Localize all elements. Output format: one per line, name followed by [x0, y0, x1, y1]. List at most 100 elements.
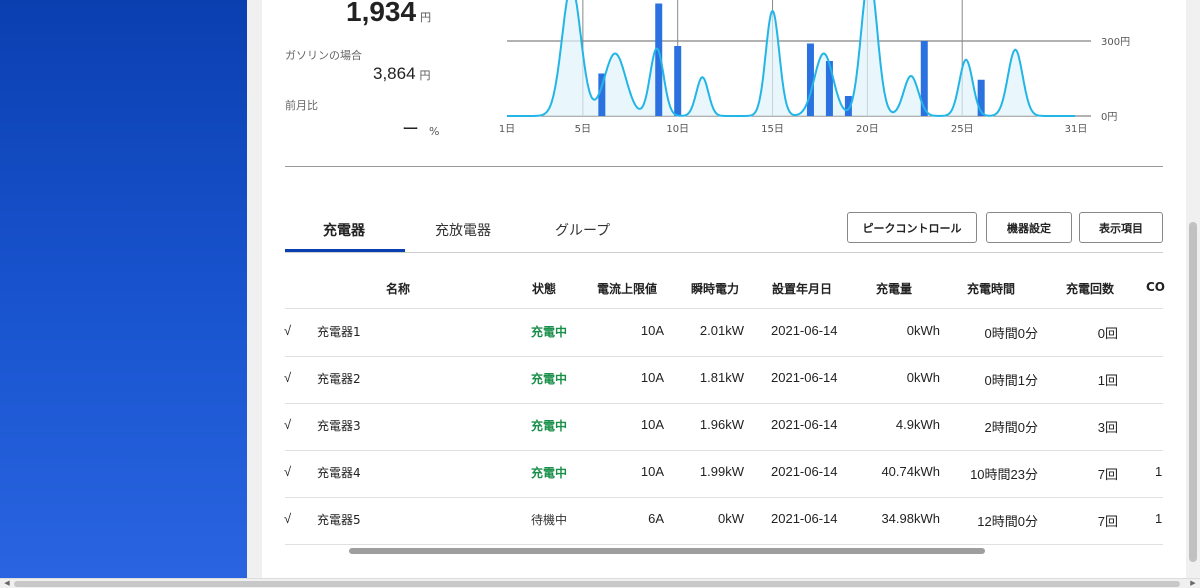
- row-co: 1: [1155, 464, 1163, 479]
- sidebar: [0, 0, 247, 578]
- x-tick-label: 10日: [666, 124, 689, 135]
- table-horizontal-scrollbar[interactable]: [349, 548, 985, 554]
- row-install-date: 2021-06-14: [771, 511, 838, 526]
- row-current-limit: 6A: [648, 511, 664, 526]
- x-tick-label: 25日: [951, 124, 974, 135]
- series-line: [507, 0, 1076, 118]
- row-charge-amount: 4.9kWh: [895, 417, 940, 432]
- y-tick-label: 300円: [1101, 37, 1130, 48]
- row-charge-time: 10時間23分: [970, 467, 1038, 482]
- total-amount-value: 1,934: [346, 0, 417, 27]
- scroll-right-arrow-icon[interactable]: ▶: [1188, 579, 1198, 588]
- prev-month-ratio: ー%: [402, 115, 439, 140]
- tab-charger[interactable]: 充電器: [323, 220, 365, 240]
- row-status: 充電中: [531, 419, 568, 433]
- row-name: 充電器5: [317, 513, 361, 527]
- row-current-limit: 10A: [640, 370, 664, 385]
- row-check-mark: √: [284, 417, 292, 432]
- row-status: 待機中: [531, 513, 568, 527]
- row-status: 充電中: [531, 466, 568, 480]
- sidebar-gutter: [247, 0, 262, 578]
- row-charge-count: 7回: [1097, 467, 1118, 482]
- row-check-mark: √: [284, 323, 292, 338]
- row-name: 充電器4: [317, 466, 361, 480]
- row-charge-count: 3回: [1097, 420, 1118, 435]
- gasoline-amount-value: 3,864: [373, 64, 416, 83]
- col-header-install-date[interactable]: 設置年月日: [772, 280, 832, 297]
- row-install-date: 2021-06-14: [771, 370, 838, 385]
- horizontal-scrollbar-thumb[interactable]: [14, 581, 1180, 587]
- row-instant-power: 1.81kW: [699, 370, 744, 385]
- row-install-date: 2021-06-14: [771, 323, 838, 338]
- display-items-button[interactable]: 表示項目: [1079, 212, 1163, 243]
- row-divider: [285, 403, 1163, 404]
- row-check-mark: √: [284, 511, 292, 526]
- row-instant-power: 1.96kW: [699, 417, 744, 432]
- y-tick-label: 0円: [1101, 112, 1117, 123]
- total-amount: 1,934 円: [346, 0, 431, 28]
- row-install-date: 2021-06-14: [771, 464, 838, 479]
- row-current-limit: 10A: [640, 417, 664, 432]
- tab-charge-discharger[interactable]: 充放電器: [435, 220, 491, 240]
- x-tick-label: 15日: [761, 124, 784, 135]
- percent-unit: %: [429, 125, 440, 138]
- row-current-limit: 10A: [640, 464, 664, 479]
- col-header-co[interactable]: CO: [1146, 280, 1165, 294]
- col-header-charge-time[interactable]: 充電時間: [967, 280, 1015, 297]
- row-charge-time: 2時間0分: [984, 420, 1038, 435]
- col-header-name[interactable]: 名称: [386, 280, 410, 297]
- row-divider: [285, 450, 1163, 451]
- total-amount-unit: 円: [420, 12, 432, 24]
- row-charge-amount: 40.74kWh: [881, 464, 940, 479]
- col-header-charge-amount[interactable]: 充電量: [876, 280, 912, 297]
- col-header-current-limit[interactable]: 電流上限値: [597, 280, 657, 297]
- row-check-mark: √: [284, 370, 292, 385]
- col-header-instant-power[interactable]: 瞬時電力: [691, 280, 739, 297]
- row-co: 1: [1155, 511, 1163, 526]
- x-tick-label: 5日: [575, 124, 591, 135]
- row-current-limit: 10A: [640, 323, 664, 338]
- x-tick-label: 1日: [499, 124, 515, 135]
- row-divider: [285, 356, 1163, 357]
- row-status: 充電中: [531, 372, 568, 386]
- row-charge-amount: 0kWh: [906, 323, 940, 338]
- row-charge-time: 0時間0分: [984, 326, 1038, 341]
- peak-control-button[interactable]: ピークコントロール: [847, 212, 977, 243]
- tabs-baseline: [285, 252, 1163, 253]
- row-charge-count: 0回: [1097, 326, 1118, 341]
- gasoline-amount: 3,864 円: [373, 64, 431, 84]
- app-root: 1,934 円 ガソリンの場合 3,864 円 前月比 ー% 1日 5日 10日 15日 2…: [0, 0, 1200, 588]
- x-tick-label: 20日: [856, 124, 879, 135]
- gasoline-label: ガソリンの場合: [285, 49, 362, 62]
- chart-bar: [674, 46, 682, 116]
- row-name: 充電器2: [317, 372, 361, 386]
- row-instant-power: 2.01kW: [699, 323, 744, 338]
- scroll-left-arrow-icon[interactable]: ◀: [2, 579, 12, 588]
- active-tab-indicator: [285, 249, 405, 252]
- vertical-scrollbar-thumb[interactable]: [1189, 222, 1197, 562]
- col-header-status[interactable]: 状態: [532, 280, 556, 297]
- row-charge-amount: 34.98kWh: [881, 511, 940, 526]
- row-instant-power: 1.99kW: [699, 464, 744, 479]
- row-install-date: 2021-06-14: [771, 417, 838, 432]
- row-name: 充電器1: [317, 325, 361, 339]
- horizontal-scrollbar[interactable]: ◀ ▶: [0, 578, 1200, 588]
- col-header-charge-count[interactable]: 充電回数: [1066, 280, 1114, 297]
- row-divider: [285, 544, 1163, 545]
- device-settings-button[interactable]: 機器設定: [986, 212, 1072, 243]
- header-divider: [285, 308, 1163, 309]
- row-charge-amount: 0kWh: [906, 370, 940, 385]
- prev-month-value: ー: [402, 120, 419, 140]
- vertical-scrollbar[interactable]: [1186, 0, 1200, 578]
- row-charge-time: 0時間1分: [984, 373, 1038, 388]
- row-name: 充電器3: [317, 419, 361, 433]
- gasoline-amount-unit: 円: [419, 70, 431, 82]
- x-tick-label: 31日: [1065, 124, 1088, 135]
- prev-month-label: 前月比: [285, 99, 318, 112]
- row-charge-count: 7回: [1097, 514, 1118, 529]
- tab-group[interactable]: グループ: [555, 220, 610, 240]
- row-divider: [285, 497, 1163, 498]
- row-check-mark: √: [284, 464, 292, 479]
- row-instant-power: 0kW: [718, 511, 744, 526]
- row-charge-time: 12時間0分: [977, 514, 1038, 529]
